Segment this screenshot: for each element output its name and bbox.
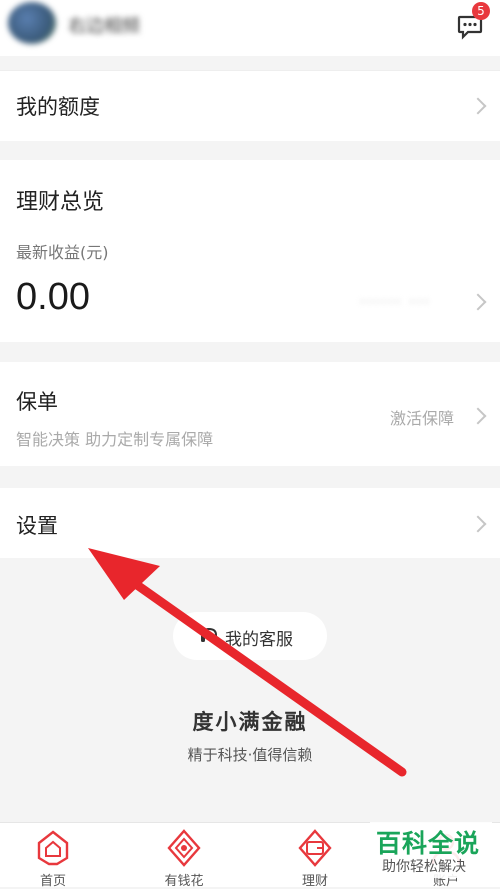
chevron-right-icon [469, 407, 487, 425]
activate-protection-link[interactable]: 激活保障 [390, 405, 454, 429]
watermark-title: 百科全说 [376, 829, 481, 858]
tab-money-flower[interactable]: 有钱花 [134, 824, 234, 889]
quota-label: 我的额度 [16, 95, 100, 119]
finance-title: 理财总览 [16, 190, 105, 215]
message-badge: 5 [472, 2, 490, 20]
brand-slogan: 精于科技·值得信赖 [187, 746, 313, 764]
chevron-right-icon [469, 293, 487, 311]
tab-label: 理财 [301, 874, 328, 889]
customer-service-button[interactable]: 我的客服 [173, 612, 327, 660]
customer-service-label: 我的客服 [225, 630, 293, 650]
home-icon [37, 830, 69, 866]
finance-hidden-value: ······ ··· [360, 292, 431, 311]
insurance-card[interactable]: 保单 智能决策 助力定制专属保障 激活保障 [0, 362, 500, 466]
tab-label: 首页 [39, 874, 66, 889]
settings-row[interactable]: 设置 [0, 488, 500, 558]
settings-label: 设置 [16, 514, 58, 538]
money-flower-icon [167, 829, 201, 867]
insurance-title: 保单 [16, 390, 58, 414]
watermark: 百科全说 助你轻松解决 [370, 822, 492, 878]
quota-row[interactable]: 我的额度 [0, 70, 500, 141]
chevron-right-icon [469, 515, 487, 533]
watermark-subtitle: 助你轻松解决 [382, 859, 466, 875]
insurance-subtitle: 智能决策 助力定制专属保障 [16, 430, 214, 449]
finance-card[interactable]: 理财总览 最新收益(元) 0.00 ······ ··· [0, 160, 500, 342]
headset-icon [201, 627, 217, 642]
chevron-right-icon [469, 97, 487, 115]
username: 右边相频 [68, 16, 140, 37]
tab-home[interactable]: 首页 [3, 824, 103, 889]
tab-label: 有钱花 [164, 874, 204, 889]
header: 右边相频 5 [0, 0, 500, 56]
wallet-icon [298, 829, 332, 867]
finance-subtitle: 最新收益(元) [16, 243, 109, 262]
brand-name: 度小满金融 [192, 709, 308, 734]
tab-finance[interactable]: 理财 [265, 824, 365, 889]
finance-amount: 0.00 [16, 276, 90, 318]
message-button[interactable]: 5 [454, 2, 490, 40]
avatar[interactable] [8, 2, 56, 44]
